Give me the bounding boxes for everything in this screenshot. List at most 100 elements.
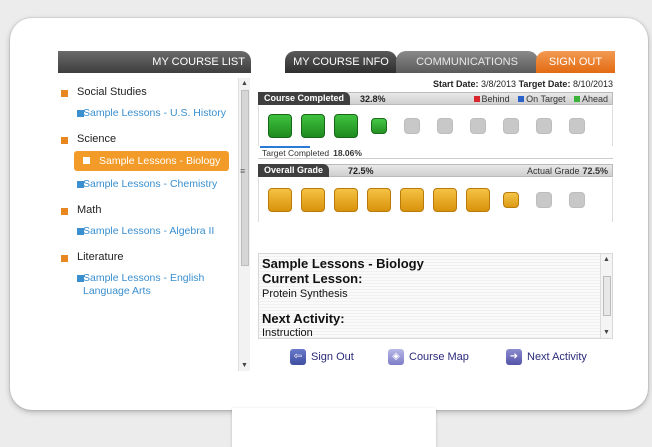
target-completed-row: Target Completed 18.06% [258, 148, 613, 159]
grade-tile [503, 192, 519, 208]
grade-tile [334, 188, 358, 212]
grade-tile [367, 188, 391, 212]
course-bullet-icon [77, 181, 84, 188]
category-label: Math [77, 204, 102, 216]
sign-out-icon: ⇦ [290, 349, 306, 366]
grade-tile [466, 188, 490, 212]
grade-tile [400, 188, 424, 212]
tab-sign-out[interactable]: SIGN OUT [536, 51, 615, 73]
course-list-sidebar: Social Studies Sample Lessons - U.S. His… [58, 78, 241, 371]
course-map-icon: ◈ [388, 349, 404, 366]
scrollbar-thumb[interactable] [241, 90, 249, 266]
category-label: Social Studies [77, 86, 147, 98]
course-label: Sample Lessons - U.S. History [83, 107, 226, 119]
panel-resize-grip-icon[interactable]: ≡ [240, 166, 249, 178]
category-bullet-icon [61, 137, 68, 144]
course-item-english[interactable]: Sample Lessons - English Language Arts [58, 272, 240, 298]
category-social-studies: Social Studies [58, 85, 240, 101]
legend-on-target: On Target [526, 94, 566, 104]
category-science: Science [58, 132, 240, 148]
overall-grade-percent: 72.5% [348, 166, 374, 176]
current-lesson-value: Protein Synthesis [262, 288, 348, 300]
target-date-label: Target Date: [518, 79, 571, 89]
course-label: Sample Lessons - Biology [99, 155, 221, 167]
overall-grade-header: Overall Grade 72.5% Actual Grade 72.5% [258, 164, 613, 177]
category-math: Math [58, 203, 240, 219]
behind-legend-icon [473, 96, 480, 102]
actual-grade-label: Actual Grade [526, 166, 580, 176]
tab-my-course-list[interactable]: MY COURSE LIST [58, 51, 251, 73]
legend-behind: Behind [481, 94, 510, 104]
progress-legend: Behind On Target Ahead [468, 93, 608, 105]
course-item-algebra[interactable]: Sample Lessons - Algebra II [58, 225, 240, 238]
actual-grade-percent: 72.5% [582, 166, 608, 176]
grade-tile [536, 192, 552, 208]
progress-tile [371, 118, 387, 134]
course-completed-tiles [258, 106, 613, 146]
course-completed-label: Course Completed [258, 92, 351, 105]
category-bullet-icon [61, 255, 68, 262]
progress-tile [301, 114, 325, 138]
legend-ahead: Ahead [581, 94, 608, 104]
scrollbar-thumb[interactable] [603, 276, 611, 316]
progress-tile [536, 118, 552, 134]
overall-grade-label: Overall Grade [258, 164, 330, 177]
top-nav: MY COURSE LIST MY COURSE INFO COMMUNICAT… [58, 51, 615, 73]
category-bullet-icon [61, 208, 68, 215]
course-item-us-history[interactable]: Sample Lessons - U.S. History [58, 107, 240, 120]
category-literature: Literature [58, 250, 240, 266]
next-activity-label: Next Activity [527, 351, 587, 363]
next-activity-icon: ➜ [506, 349, 522, 366]
course-map-label: Course Map [409, 351, 469, 363]
category-label: Literature [77, 251, 124, 263]
progress-tile [404, 118, 420, 134]
course-bullet-icon [77, 110, 84, 117]
category-label: Science [77, 133, 117, 145]
grade-tile [569, 192, 585, 208]
grade-tile [268, 188, 292, 212]
course-item-chemistry[interactable]: Sample Lessons - Chemistry [58, 178, 240, 191]
course-label: Sample Lessons - Algebra II [83, 225, 215, 237]
course-dates: Start Date: 3/8/2013 Target Date: 8/10/2… [433, 79, 613, 89]
scroll-up-icon[interactable]: ▲ [241, 80, 248, 87]
course-label: Sample Lessons - English Language Arts [83, 272, 205, 297]
grade-tile [301, 188, 325, 212]
tab-communications[interactable]: COMMUNICATIONS [396, 51, 538, 73]
next-activity-button[interactable]: ➜ Next Activity [506, 348, 587, 366]
sidebar-scrollbar[interactable]: ▲ ▼ [238, 78, 250, 371]
course-bullet-icon [83, 157, 90, 164]
progress-tile [503, 118, 519, 134]
action-bar: ⇦ Sign Out ◈ Course Map ➜ Next Activity [258, 346, 613, 368]
course-bullet-icon [77, 228, 84, 235]
course-label: Sample Lessons - Chemistry [83, 178, 218, 190]
start-date-value: 3/8/2013 [481, 79, 517, 89]
scroll-down-icon[interactable]: ▼ [241, 362, 248, 369]
ahead-legend-icon [573, 96, 580, 102]
monitor-stand [232, 408, 436, 447]
lesson-info-scrollbar[interactable]: ▲ ▼ [600, 254, 612, 338]
on-target-legend-icon [518, 96, 525, 102]
category-bullet-icon [61, 90, 68, 97]
progress-tile [268, 114, 292, 138]
target-completed-label: Target Completed [262, 148, 330, 158]
overall-grade-tiles [258, 178, 613, 222]
course-title: Sample Lessons - Biology [262, 256, 424, 271]
next-activity-value: Instruction [262, 327, 313, 339]
course-completed-header: Course Completed 32.8% Behind On Target … [258, 92, 613, 105]
start-date-label: Start Date: [433, 79, 479, 89]
target-completed-percent: 18.06% [333, 148, 362, 158]
course-info-panel: Start Date: 3/8/2013 Target Date: 8/10/2… [254, 78, 615, 371]
sign-out-button[interactable]: ⇦ Sign Out [290, 348, 354, 366]
target-date-value: 8/10/2013 [572, 79, 613, 89]
progress-tile [334, 114, 358, 138]
course-item-biology[interactable]: Sample Lessons - Biology [74, 151, 229, 171]
tab-my-course-info[interactable]: MY COURSE INFO [285, 51, 397, 73]
scroll-down-icon[interactable]: ▼ [603, 329, 610, 336]
progress-tile [569, 118, 585, 134]
progress-tile [437, 118, 453, 134]
course-completed-percent: 32.8% [360, 94, 386, 104]
current-lesson-label: Current Lesson: [262, 271, 363, 286]
scroll-up-icon[interactable]: ▲ [603, 256, 610, 263]
course-map-button[interactable]: ◈ Course Map [388, 348, 469, 366]
lesson-info-box: Sample Lessons - Biology Current Lesson:… [258, 253, 613, 339]
